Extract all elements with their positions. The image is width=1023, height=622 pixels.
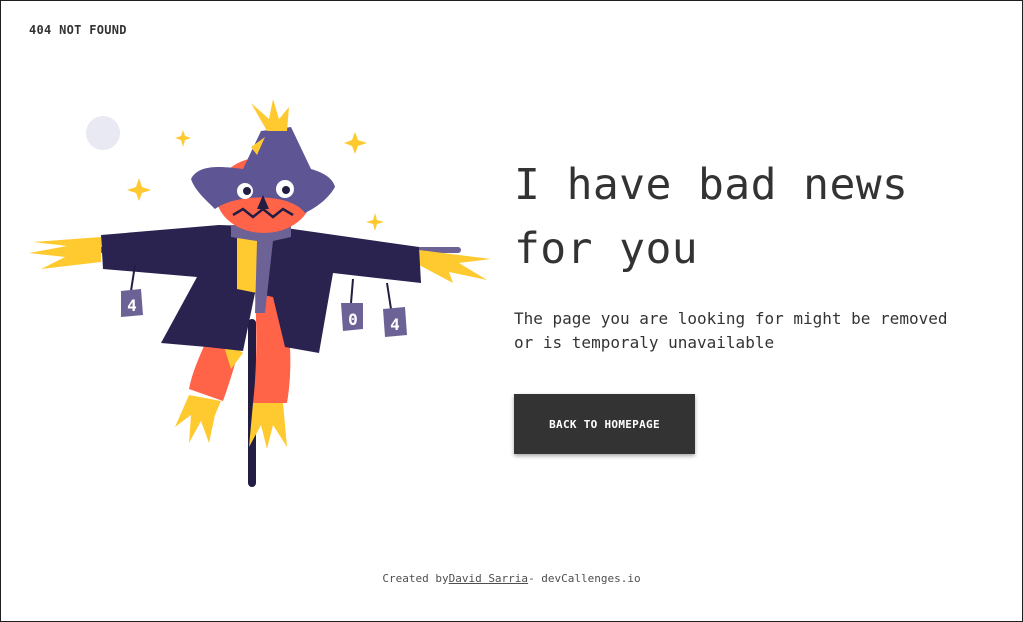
description-line-1: The page you are looking for might be re… [514,309,948,328]
headline-line-1: I have bad news [514,160,909,210]
can-4-right: 4 [383,307,407,337]
moon-icon [86,116,120,150]
headline-line-2: for you [514,224,699,274]
can-digit-middle: 0 [348,310,358,329]
can-4-left: 4 [121,289,143,317]
description-line-2: or is temporaly unavailable [514,333,775,352]
footer-prefix: Created by [382,572,449,585]
can-0-middle: 0 [341,303,363,331]
page-description: The page you are looking for might be re… [514,307,994,355]
can-digit-right: 4 [390,315,400,334]
footer-author-link[interactable]: David Sarria [449,572,528,585]
footer-suffix: - devCallenges.io [528,572,641,585]
page-headline: I have bad news for you [514,153,984,281]
back-to-homepage-button[interactable]: BACK TO HOMEPAGE [514,394,695,454]
can-digit-left: 4 [127,296,137,315]
page-footer: Created byDavid Sarria- devCallenges.io [1,572,1022,585]
page-brand-title: 404 NOT FOUND [29,23,127,37]
scarecrow-illustration: 4 0 4 [29,99,491,487]
